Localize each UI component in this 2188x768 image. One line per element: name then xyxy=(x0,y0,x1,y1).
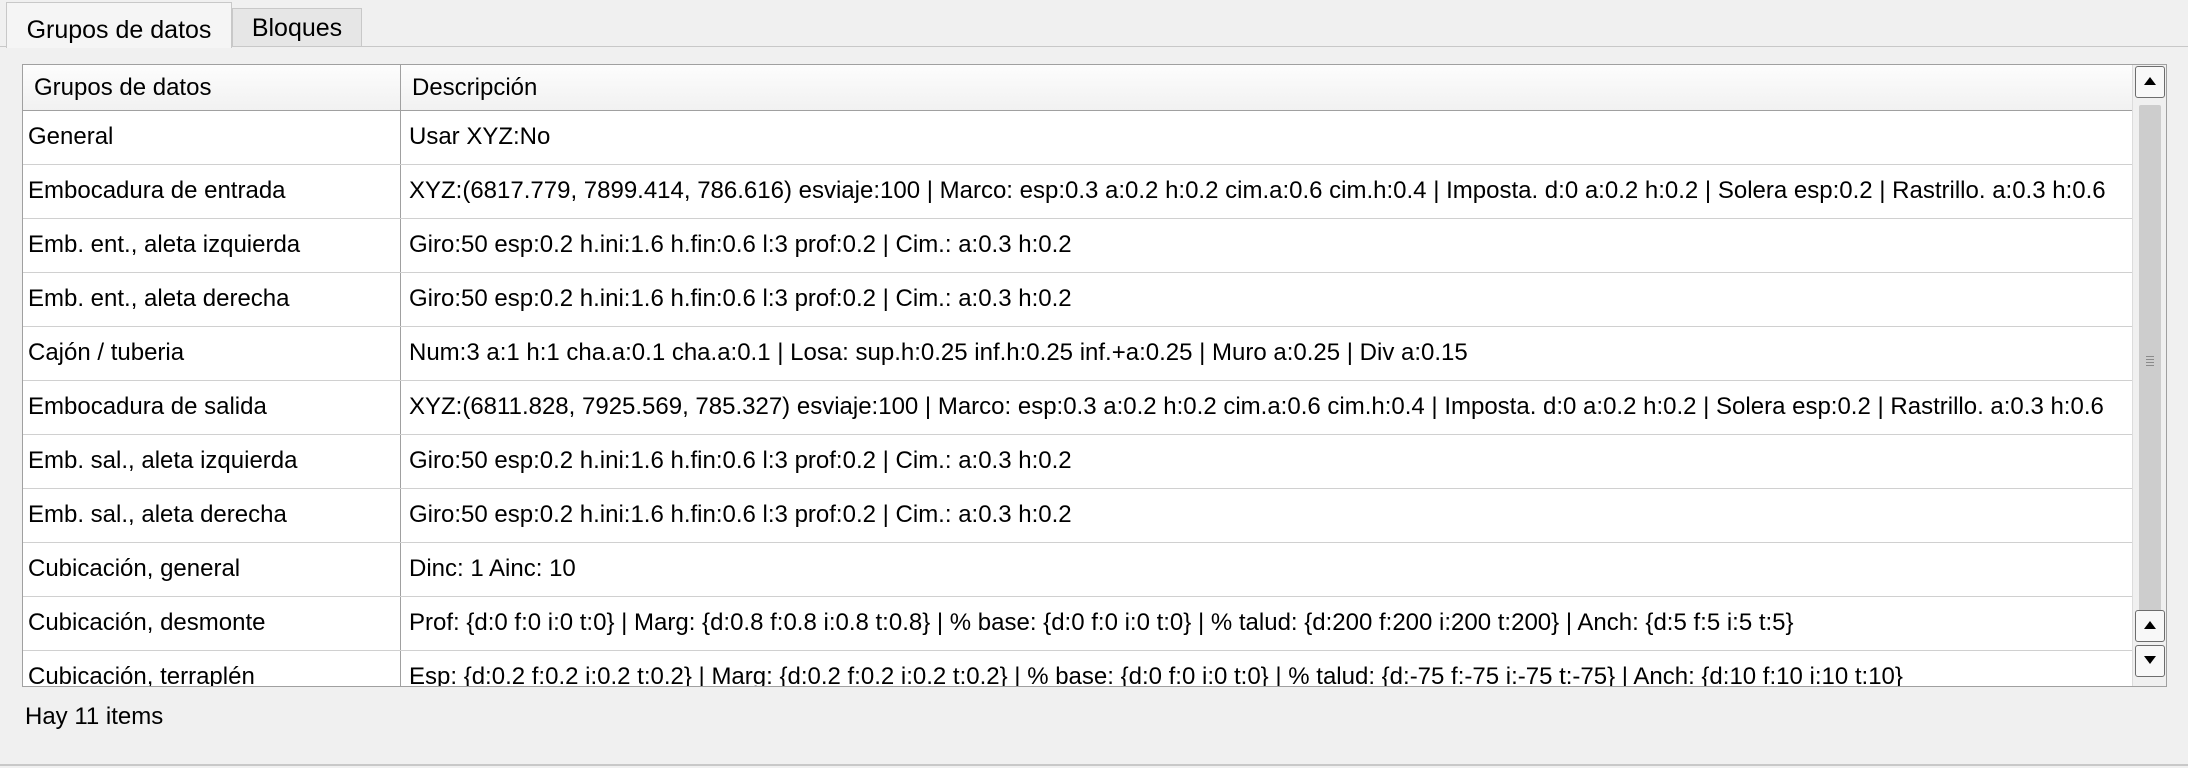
tab-grupos-de-datos[interactable]: Grupos de datos xyxy=(6,2,232,48)
description-cell: Dinc: 1 Ainc: 10 xyxy=(409,555,576,582)
chevron-down-icon xyxy=(2144,656,2156,664)
column-header-description[interactable]: Descripción xyxy=(401,65,2133,110)
description-cell: Giro:50 esp:0.2 h.ini:1.6 h.fin:0.6 l:3 … xyxy=(409,231,1072,258)
tab-bloques[interactable]: Bloques xyxy=(232,8,362,46)
data-groups-table: Grupos de datos Descripción General Usar… xyxy=(22,64,2167,687)
chevron-up-icon xyxy=(2144,621,2156,629)
group-cell: Cubicación, desmonte xyxy=(23,597,401,650)
table-body: General Usar XYZ:No Embocadura de entrad… xyxy=(23,111,2133,687)
group-cell: Embocadura de entrada xyxy=(23,165,401,218)
description-cell: XYZ:(6817.779, 7899.414, 786.616) esviaj… xyxy=(409,177,2106,204)
scroll-down-button[interactable] xyxy=(2135,645,2165,677)
table-row[interactable]: General Usar XYZ:No xyxy=(23,111,2133,165)
chevron-up-icon xyxy=(2144,77,2156,85)
description-cell: Num:3 a:1 h:1 cha.a:0.1 cha.a:0.1 | Losa… xyxy=(409,339,1468,366)
group-cell: Cajón / tuberia xyxy=(23,327,401,380)
group-cell: Embocadura de salida xyxy=(23,381,401,434)
description-cell: Giro:50 esp:0.2 h.ini:1.6 h.fin:0.6 l:3 … xyxy=(409,447,1072,474)
scroll-up-button-lower[interactable] xyxy=(2135,610,2165,642)
vertical-scrollbar[interactable] xyxy=(2132,65,2166,686)
group-cell: Emb. sal., aleta derecha xyxy=(23,489,401,542)
table-row[interactable]: Cajón / tuberia Num:3 a:1 h:1 cha.a:0.1 … xyxy=(23,327,2133,381)
column-header-groups[interactable]: Grupos de datos xyxy=(23,65,401,110)
description-cell: XYZ:(6811.828, 7925.569, 785.327) esviaj… xyxy=(409,393,2104,420)
table-row[interactable]: Emb. sal., aleta izquierda Giro:50 esp:0… xyxy=(23,435,2133,489)
description-cell: Esp: {d:0.2 f:0.2 i:0.2 t:0.2} | Marg: {… xyxy=(409,663,1903,687)
status-text: Hay 11 items xyxy=(25,703,164,730)
table-header: Grupos de datos Descripción xyxy=(23,65,2133,111)
table-row[interactable]: Emb. ent., aleta derecha Giro:50 esp:0.2… xyxy=(23,273,2133,327)
group-cell: Emb. sal., aleta izquierda xyxy=(23,435,401,488)
tab-panel: Grupos de datos Descripción General Usar… xyxy=(0,46,2188,766)
group-cell: Emb. ent., aleta izquierda xyxy=(23,219,401,272)
group-cell: Emb. ent., aleta derecha xyxy=(23,273,401,326)
group-cell: Cubicación, terraplén xyxy=(23,651,401,686)
group-cell: General xyxy=(23,111,401,164)
scroll-thumb[interactable] xyxy=(2139,105,2161,625)
table-row[interactable]: Emb. ent., aleta izquierda Giro:50 esp:0… xyxy=(23,219,2133,273)
description-cell: Giro:50 esp:0.2 h.ini:1.6 h.fin:0.6 l:3 … xyxy=(409,501,1072,528)
scroll-up-button[interactable] xyxy=(2135,66,2165,98)
table-row[interactable]: Embocadura de entrada XYZ:(6817.779, 789… xyxy=(23,165,2133,219)
table-row[interactable]: Embocadura de salida XYZ:(6811.828, 7925… xyxy=(23,381,2133,435)
description-cell: Giro:50 esp:0.2 h.ini:1.6 h.fin:0.6 l:3 … xyxy=(409,285,1072,312)
data-groups-window: Grupos de datos Bloques Grupos de datos … xyxy=(0,0,2188,768)
description-cell: Prof: {d:0 f:0 i:0 t:0} | Marg: {d:0.8 f… xyxy=(409,609,1794,636)
table-row[interactable]: Cubicación, general Dinc: 1 Ainc: 10 xyxy=(23,543,2133,597)
group-cell: Cubicación, general xyxy=(23,543,401,596)
table-row[interactable]: Cubicación, desmonte Prof: {d:0 f:0 i:0 … xyxy=(23,597,2133,651)
table-row[interactable]: Emb. sal., aleta derecha Giro:50 esp:0.2… xyxy=(23,489,2133,543)
grip-icon xyxy=(2146,356,2154,366)
table-row[interactable]: Cubicación, terraplén Esp: {d:0.2 f:0.2 … xyxy=(23,651,2133,687)
tab-bar: Grupos de datos Bloques xyxy=(0,0,2188,48)
description-cell: Usar XYZ:No xyxy=(409,123,551,150)
